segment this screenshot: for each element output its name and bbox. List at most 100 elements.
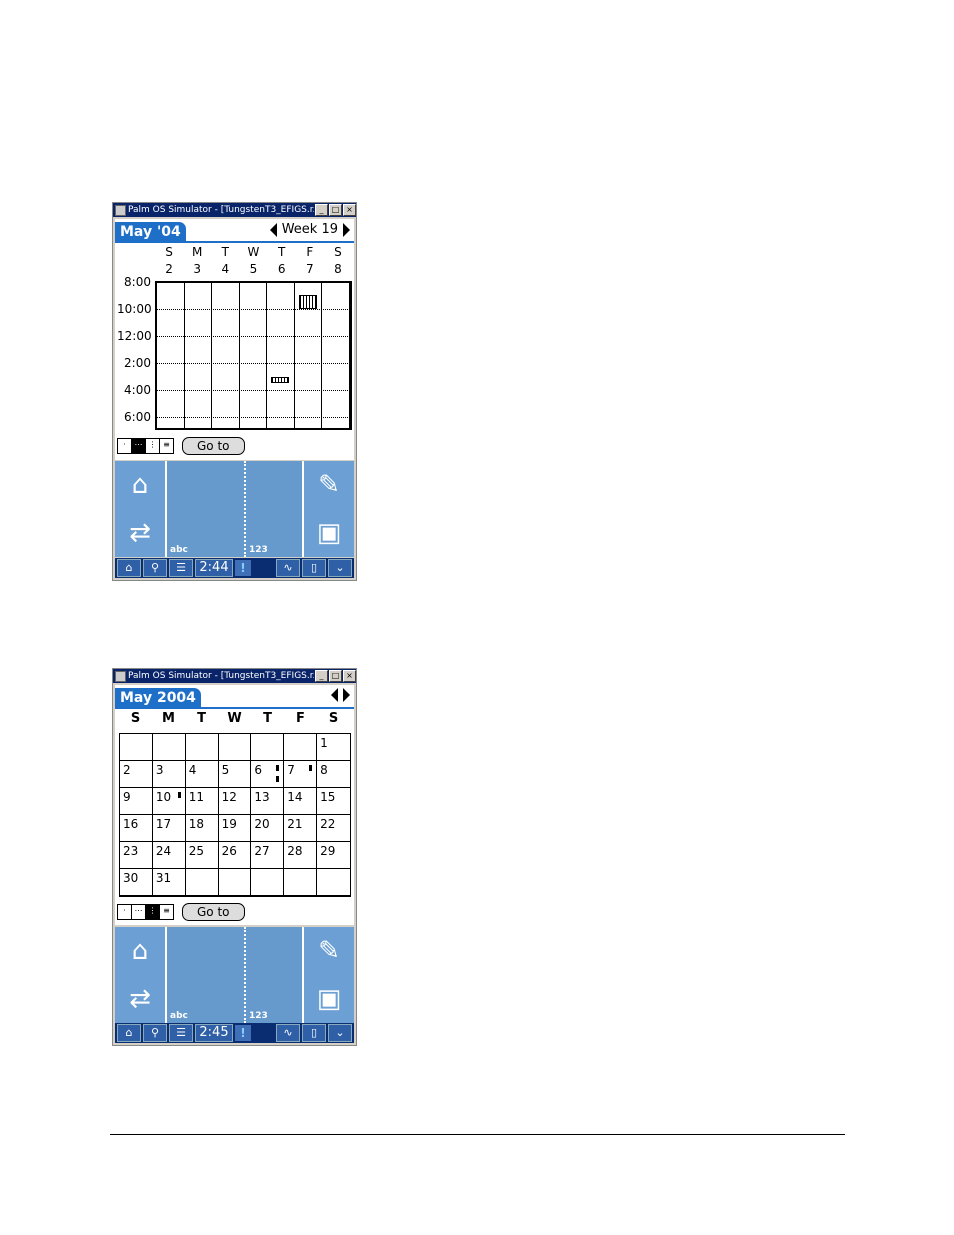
menu-icon[interactable]: ☰ (169, 559, 193, 577)
input-area-icon[interactable]: ⌄ (328, 1024, 352, 1042)
day-column[interactable] (322, 283, 351, 428)
agenda-view-button[interactable]: ≡ (160, 905, 173, 919)
graffiti-icon[interactable]: ∿ (276, 1024, 300, 1042)
calendar-cell[interactable]: 3 (152, 761, 186, 788)
calendar-cell[interactable]: 15 (317, 788, 350, 815)
calendar-cell[interactable]: 2 (120, 761, 153, 788)
graffiti-123-area[interactable]: 123 (246, 461, 302, 557)
event-block[interactable] (271, 377, 290, 383)
graffiti-area[interactable]: ⌂ ⇄ abc 123 ✎ ▣ (115, 461, 354, 557)
day-number[interactable]: 4 (211, 262, 239, 276)
day-view-button[interactable]: · (118, 905, 132, 919)
event-block[interactable] (298, 295, 317, 309)
calendar-cell[interactable]: 26 (218, 842, 252, 869)
calendar-cell[interactable]: 6 (251, 761, 285, 788)
day-column[interactable] (240, 283, 268, 428)
calendar-cell[interactable]: 7 (284, 761, 318, 788)
calendar-cell[interactable]: 20 (251, 815, 285, 842)
day-number[interactable]: 7 (296, 262, 324, 276)
calendar-cell[interactable]: 29 (317, 842, 350, 869)
day-column[interactable] (295, 283, 323, 428)
clock[interactable]: 2:44 (195, 559, 233, 577)
calendar-cell[interactable]: 4 (185, 761, 219, 788)
graffiti-abc-area[interactable]: abc (167, 927, 246, 1023)
graffiti-123-area[interactable]: 123 (246, 927, 302, 1023)
minimize-button[interactable]: _ (315, 670, 328, 682)
media-icon[interactable]: ▣ (309, 981, 349, 1017)
media-icon[interactable]: ▣ (309, 515, 349, 551)
calendar-cell[interactable]: 18 (185, 815, 219, 842)
calendar-cell[interactable]: 10 (152, 788, 186, 815)
maximize-button[interactable]: □ (329, 670, 342, 682)
month-tab[interactable]: May 2004 (115, 688, 201, 708)
calendar-cell[interactable]: 12 (218, 788, 252, 815)
month-view-button[interactable]: ⋮ (146, 439, 160, 453)
week-view-button[interactable]: ⋯ (132, 905, 146, 919)
graffiti-area[interactable]: ⌂ ⇄ abc 123 ✎ ▣ (115, 927, 354, 1023)
alert-icon[interactable]: ! (235, 1025, 251, 1041)
home-icon[interactable]: ⌂ (117, 559, 141, 577)
day-view-button[interactable]: · (118, 439, 132, 453)
minimize-button[interactable]: _ (315, 204, 328, 216)
calendar-cell[interactable]: 19 (218, 815, 252, 842)
calendar-cell[interactable]: 27 (251, 842, 285, 869)
calendar-cell[interactable]: 28 (284, 842, 318, 869)
day-number[interactable]: 8 (324, 262, 352, 276)
calendar-cell[interactable]: 21 (284, 815, 318, 842)
day-column[interactable] (267, 283, 295, 428)
calendar-cell[interactable]: 24 (152, 842, 186, 869)
graffiti-writing-area[interactable]: abc 123 (167, 461, 302, 557)
calendar-cell[interactable]: 14 (284, 788, 318, 815)
next-month-icon[interactable] (343, 688, 350, 702)
calendar-cell[interactable]: 17 (152, 815, 186, 842)
day-number[interactable]: 2 (155, 262, 183, 276)
goto-button[interactable]: Go to (182, 437, 245, 455)
calendar-cell[interactable]: 1 (317, 734, 350, 761)
close-button[interactable]: × (343, 670, 356, 682)
goto-button[interactable]: Go to (182, 903, 245, 921)
day-column[interactable] (212, 283, 240, 428)
prev-month-icon[interactable] (331, 688, 338, 702)
next-week-icon[interactable] (343, 222, 350, 237)
calendar-cell[interactable]: 31 (152, 869, 186, 896)
calendar-cell[interactable]: 11 (185, 788, 219, 815)
graffiti-icon[interactable]: ∿ (276, 559, 300, 577)
home-icon[interactable]: ⌂ (120, 933, 160, 969)
home-icon[interactable]: ⌂ (117, 1024, 141, 1042)
home-icon[interactable]: ⌂ (120, 467, 160, 503)
calendar-cell[interactable]: 25 (185, 842, 219, 869)
agenda-view-button[interactable]: ≡ (160, 439, 173, 453)
calendar-cell[interactable]: 5 (218, 761, 252, 788)
day-number[interactable]: 3 (183, 262, 211, 276)
menu-icon[interactable]: ☰ (169, 1024, 193, 1042)
calendar-cell[interactable]: 16 (120, 815, 153, 842)
day-number[interactable]: 6 (268, 262, 296, 276)
week-view-button[interactable]: ⋯ (132, 439, 146, 453)
clock[interactable]: 2:45 (195, 1024, 233, 1042)
calendar-cell[interactable]: 8 (317, 761, 350, 788)
hotsync-icon[interactable]: ⇄ (120, 981, 160, 1017)
day-column[interactable] (157, 283, 185, 428)
graffiti-abc-area[interactable]: abc (167, 461, 246, 557)
find-icon[interactable]: ⚲ (143, 559, 167, 577)
month-view-button[interactable]: ⋮ (146, 905, 160, 919)
calendar-cell[interactable]: 30 (120, 869, 153, 896)
day-number[interactable]: 5 (239, 262, 267, 276)
calendar-cell[interactable]: 23 (120, 842, 153, 869)
alert-icon[interactable]: ! (235, 560, 251, 576)
pen-icon[interactable]: ✎ (309, 933, 349, 969)
week-grid[interactable] (155, 281, 352, 430)
rotate-icon[interactable]: ▯ (302, 1024, 326, 1042)
calendar-cell[interactable]: 22 (317, 815, 350, 842)
day-column[interactable] (185, 283, 213, 428)
prev-week-icon[interactable] (269, 222, 277, 237)
close-button[interactable]: × (343, 204, 356, 216)
hotsync-icon[interactable]: ⇄ (120, 515, 160, 551)
rotate-icon[interactable]: ▯ (302, 559, 326, 577)
maximize-button[interactable]: □ (329, 204, 342, 216)
find-icon[interactable]: ⚲ (143, 1024, 167, 1042)
input-area-icon[interactable]: ⌄ (328, 559, 352, 577)
calendar-cell[interactable]: 13 (251, 788, 285, 815)
pen-icon[interactable]: ✎ (309, 467, 349, 503)
graffiti-writing-area[interactable]: abc 123 (167, 927, 302, 1023)
